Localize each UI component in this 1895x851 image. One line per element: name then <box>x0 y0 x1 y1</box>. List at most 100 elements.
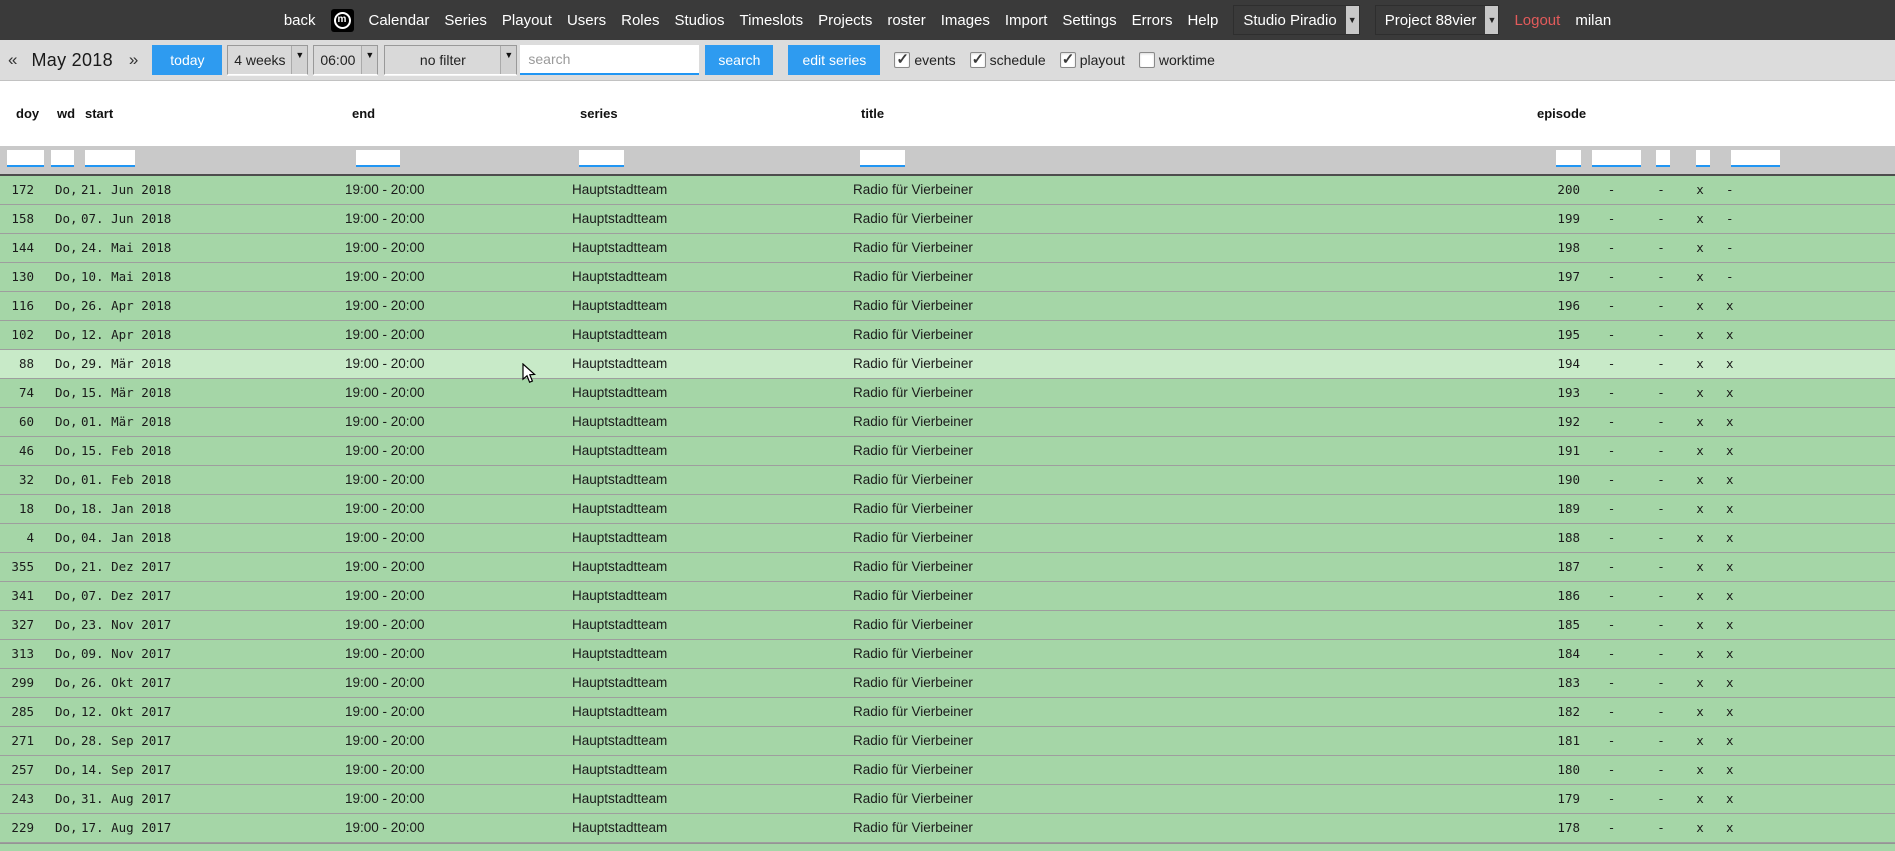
table-row[interactable]: 88Do,29. Mär 201819:00 - 20:00Hauptstadt… <box>0 350 1895 379</box>
table-row[interactable]: 271Do,28. Sep 201719:00 - 20:00Hauptstad… <box>0 727 1895 756</box>
nav-item-users[interactable]: Users <box>567 12 606 29</box>
filter-input-title[interactable] <box>860 150 905 167</box>
filter-input-wd[interactable] <box>51 150 74 167</box>
table-row[interactable]: 18Do,18. Jan 201819:00 - 20:00Hauptstadt… <box>0 495 1895 524</box>
nav-item-roster[interactable]: roster <box>887 12 925 29</box>
cell-episode: 178 <box>1533 814 1580 842</box>
table-row[interactable]: 158Do,07. Jun 201819:00 - 20:00Hauptstad… <box>0 205 1895 234</box>
nav-item-series[interactable]: Series <box>444 12 487 29</box>
cell-wd: Do, <box>55 205 78 233</box>
studio-select[interactable]: Studio Piradio ▼ <box>1233 5 1359 35</box>
table-row[interactable]: 144Do,24. Mai 201819:00 - 20:00Hauptstad… <box>0 234 1895 263</box>
project-select[interactable]: Project 88vier ▼ <box>1375 5 1500 35</box>
cell-episode: 199 <box>1533 205 1580 233</box>
nav-item-projects[interactable]: Projects <box>818 12 872 29</box>
table-row[interactable]: 327Do,23. Nov 201719:00 - 20:00Hauptstad… <box>0 611 1895 640</box>
table-row[interactable]: 32Do,01. Feb 201819:00 - 20:00Hauptstadt… <box>0 466 1895 495</box>
cell-episode: 181 <box>1533 727 1580 755</box>
filter-input-rerun[interactable] <box>1592 150 1641 167</box>
filter-input-episode[interactable] <box>1556 150 1581 167</box>
table-row[interactable]: 243Do,31. Aug 201719:00 - 20:00Hauptstad… <box>0 785 1895 814</box>
col-header-doy[interactable]: doy <box>16 81 39 146</box>
cell-doy: 88 <box>0 350 34 378</box>
cell-start: 26. Apr 2018 <box>81 292 171 320</box>
cell-mic: - <box>1641 234 1681 262</box>
table-row[interactable]: 102Do,12. Apr 201819:00 - 20:00Hauptstad… <box>0 321 1895 350</box>
table-row[interactable]: 229Do,17. Aug 201719:00 - 20:00Hauptstad… <box>0 814 1895 843</box>
nav-item-timeslots[interactable]: Timeslots <box>740 12 804 29</box>
nav-item-back[interactable]: back <box>284 12 316 29</box>
table-row[interactable]: 355Do,21. Dez 201719:00 - 20:00Hauptstad… <box>0 553 1895 582</box>
time-select[interactable]: 06:00 ▼ <box>313 45 378 75</box>
table-row[interactable]: 4Do,04. Jan 201819:00 - 20:00Hauptstadtt… <box>0 524 1895 553</box>
col-header-title[interactable]: title <box>861 81 884 146</box>
table-row[interactable]: 172Do,21. Jun 201819:00 - 20:00Hauptstad… <box>0 176 1895 205</box>
cell-end: 19:00 - 20:00 <box>345 437 425 465</box>
filter-input-end[interactable] <box>356 150 400 167</box>
col-header-episode[interactable]: episode <box>1537 81 1586 146</box>
table-row[interactable]: 130Do,10. Mai 201819:00 - 20:00Hauptstad… <box>0 263 1895 292</box>
filter-input-start[interactable] <box>85 150 135 167</box>
col-header-wd[interactable]: wd <box>57 81 75 146</box>
nav-item-help[interactable]: Help <box>1187 12 1218 29</box>
nav-item-studios[interactable]: Studios <box>674 12 724 29</box>
table-row[interactable]: 60Do,01. Mär 201819:00 - 20:00Hauptstadt… <box>0 408 1895 437</box>
filter-input-series[interactable] <box>579 150 624 167</box>
range-select[interactable]: 4 weeks ▼ <box>227 45 308 75</box>
search-input[interactable] <box>520 45 699 75</box>
cell-start: 12. Apr 2018 <box>81 321 171 349</box>
cell-end: 19:00 - 20:00 <box>345 350 425 378</box>
col-header-start[interactable]: start <box>85 81 113 146</box>
col-header-end[interactable]: end <box>352 81 375 146</box>
table-row[interactable]: 313Do,09. Nov 201719:00 - 20:00Hauptstad… <box>0 640 1895 669</box>
table-row[interactable]: 285Do,12. Okt 201719:00 - 20:00Hauptstad… <box>0 698 1895 727</box>
table-row[interactable]: 257Do,14. Sep 201719:00 - 20:00Hauptstad… <box>0 756 1895 785</box>
search-button[interactable]: search <box>705 45 773 75</box>
edit-series-button[interactable]: edit series <box>788 45 880 75</box>
checkbox-schedule[interactable]: schedule <box>970 52 1046 68</box>
checkbox-events[interactable]: events <box>894 52 955 68</box>
nav-item-settings[interactable]: Settings <box>1062 12 1116 29</box>
logout-button[interactable]: Logout <box>1514 12 1560 29</box>
prev-month-button[interactable]: « <box>8 50 17 70</box>
filter-input-saved[interactable] <box>1731 150 1780 167</box>
nav-item-playout[interactable]: Playout <box>502 12 552 29</box>
table-row[interactable]: 116Do,26. Apr 201819:00 - 20:00Hauptstad… <box>0 292 1895 321</box>
col-header-series[interactable]: series <box>580 81 618 146</box>
cell-edit: x <box>1681 640 1719 668</box>
cell-end: 19:00 - 20:00 <box>345 756 425 784</box>
table-row[interactable]: 341Do,07. Dez 201719:00 - 20:00Hauptstad… <box>0 582 1895 611</box>
nav-item-images[interactable]: Images <box>941 12 990 29</box>
cell-rerun: - <box>1582 785 1641 813</box>
filter-input-edit[interactable] <box>1696 150 1710 167</box>
cell-episode: 188 <box>1533 524 1580 552</box>
table-row[interactable]: 74Do,15. Mär 201819:00 - 20:00Hauptstadt… <box>0 379 1895 408</box>
filter-input-doy[interactable] <box>7 150 44 167</box>
checkbox-worktime[interactable]: worktime <box>1139 52 1215 68</box>
checkbox-playout[interactable]: playout <box>1060 52 1125 68</box>
cell-start: 14. Sep 2017 <box>81 756 171 784</box>
cell-title: Radio für Vierbeiner <box>853 205 973 233</box>
cell-edit: x <box>1681 756 1719 784</box>
cell-end: 19:00 - 20:00 <box>345 292 425 320</box>
next-month-button[interactable]: » <box>129 50 138 70</box>
nav-item-calendar[interactable]: Calendar <box>369 12 430 29</box>
cell-rerun: - <box>1582 379 1641 407</box>
today-button[interactable]: today <box>152 45 222 75</box>
table-row[interactable]: 299Do,26. Okt 201719:00 - 20:00Hauptstad… <box>0 669 1895 698</box>
filter-select[interactable]: no filter ▼ <box>384 45 517 75</box>
cell-end: 19:00 - 20:00 <box>345 785 425 813</box>
table-row-partial[interactable] <box>0 843 1895 851</box>
filter-input-mic[interactable] <box>1656 150 1670 167</box>
table-row[interactable]: 46Do,15. Feb 201819:00 - 20:00Hauptstadt… <box>0 437 1895 466</box>
cell-title: Radio für Vierbeiner <box>853 379 973 407</box>
nav-item-errors[interactable]: Errors <box>1132 12 1173 29</box>
cell-rerun: - <box>1582 553 1641 581</box>
cell-doy: 116 <box>0 292 34 320</box>
app-logo-icon[interactable]: m <box>331 9 354 32</box>
cell-edit: x <box>1681 582 1719 610</box>
cell-start: 07. Jun 2018 <box>81 205 171 233</box>
nav-item-import[interactable]: Import <box>1005 12 1048 29</box>
nav-item-roles[interactable]: Roles <box>621 12 659 29</box>
cell-saved: - <box>1726 234 1734 262</box>
